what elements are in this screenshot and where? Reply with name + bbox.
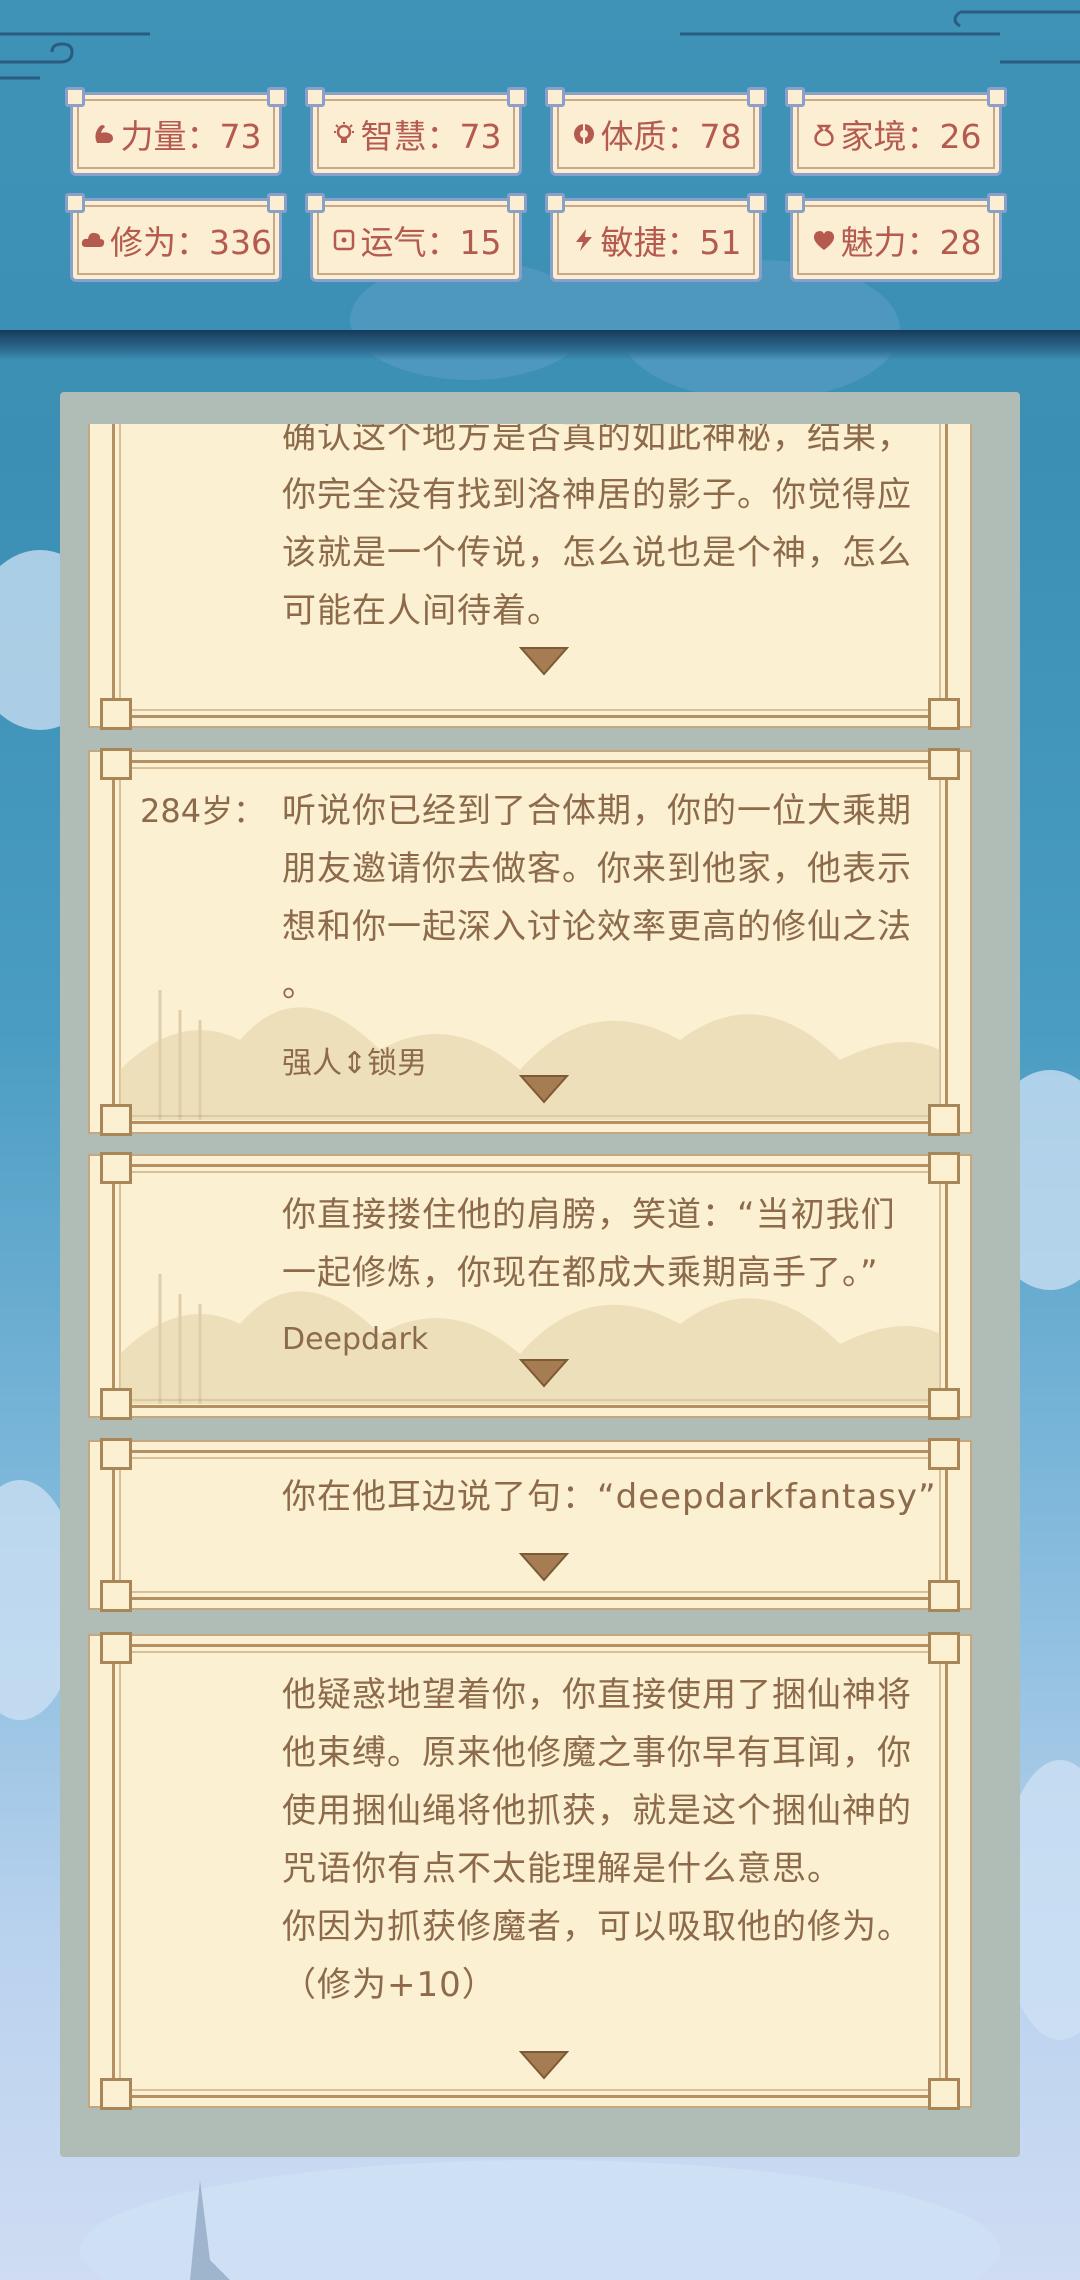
card-corner <box>928 698 960 730</box>
card-corner <box>100 1632 132 1664</box>
event-line: 该就是一个传说，怎么说也是个神，怎么 <box>282 533 912 573</box>
stat-label: 力量：73 <box>120 117 262 156</box>
stat-charm: 魅力：28 <box>785 193 1007 282</box>
stat-agility: 敏捷：51 <box>545 193 767 282</box>
card-corner <box>100 1388 132 1420</box>
event-line: 确认这个地方是否真的如此神秘，结果， <box>282 424 912 457</box>
stat-label: 智慧：73 <box>360 117 502 156</box>
stat-label: 运气：15 <box>360 223 502 262</box>
event-line: 你在他耳边说了句：“deepdarkfantasy” <box>282 1477 937 1517</box>
stat-cultivation: 修为：336 <box>65 193 287 282</box>
dice-icon <box>333 229 354 251</box>
money-bag-icon <box>813 124 834 147</box>
card-corner <box>100 1104 132 1136</box>
event-text: 他疑惑地望着你，你直接使用了捆仙神将 他束缚。原来他修魔之事你早有耳闻，你 使用… <box>282 1666 942 2014</box>
event-card[interactable]: 他疑惑地望着你，你直接使用了捆仙神将 他束缚。原来他修魔之事你早有耳闻，你 使用… <box>88 1632 972 2110</box>
card-corner <box>100 1438 132 1470</box>
event-line: 听说你已经到了合体期，你的一位大乘期 <box>282 791 912 831</box>
event-card[interactable]: 284岁： 听说你已经到了合体期，你的一位大乘期 朋友邀请你去做客。你来到他家，… <box>88 748 972 1136</box>
event-list[interactable]: 确认这个地方是否真的如此神秘，结果， 你完全没有找到洛神居的影子。你觉得应 该就… <box>88 424 972 2122</box>
event-text: 确认这个地方是否真的如此神秘，结果， 你完全没有找到洛神居的影子。你觉得应 该就… <box>282 424 942 640</box>
event-line: 使用捆仙绳将他抓获，就是这个捆仙神的 <box>282 1791 912 1831</box>
event-line: 你因为抓获修魔者，可以吸取他的修为。 <box>282 1907 912 1947</box>
stat-wisdom: 智慧：73 <box>305 87 527 176</box>
stat-label: 敏捷：51 <box>600 223 742 262</box>
event-card[interactable]: 确认这个地方是否真的如此神秘，结果， 你完全没有找到洛神居的影子。你觉得应 该就… <box>88 424 972 730</box>
stat-label: 魅力：28 <box>840 223 982 262</box>
event-line: 。 <box>282 965 317 1005</box>
card-corner <box>100 748 132 780</box>
event-line: 一起修炼，你现在都成大乘期高手了。” <box>282 1253 879 1293</box>
event-card[interactable]: 你在他耳边说了句：“deepdarkfantasy” <box>88 1438 972 1612</box>
stat-family: 家境：26 <box>785 87 1007 176</box>
event-line: 你直接搂住他的肩膀，笑道：“当初我们 <box>282 1195 896 1235</box>
event-card[interactable]: 你直接搂住他的肩膀，笑道：“当初我们 一起修炼，你现在都成大乘期高手了。” De… <box>88 1152 972 1420</box>
event-text: 你在他耳边说了句：“deepdarkfantasy” <box>282 1468 962 1526</box>
card-corner <box>100 2078 132 2110</box>
divider-band <box>0 330 1080 360</box>
expand-arrow-icon[interactable] <box>519 2050 569 2080</box>
card-corner <box>928 1104 960 1136</box>
event-text: 听说你已经到了合体期，你的一位大乘期 朋友邀请你去做客。你来到他家，他表示 想和… <box>282 782 942 1014</box>
event-line: 你完全没有找到洛神居的影子。你觉得应 <box>282 475 912 515</box>
stat-strength: 力量：73 <box>65 87 287 176</box>
card-corner <box>100 698 132 730</box>
lightbulb-icon <box>333 122 354 143</box>
heart-icon <box>813 231 834 250</box>
card-corner <box>100 1152 132 1184</box>
event-line: 可能在人间待着。 <box>282 591 562 631</box>
card-corner <box>928 1388 960 1420</box>
expand-arrow-icon[interactable] <box>519 1074 569 1104</box>
event-age: 284岁： <box>140 792 266 830</box>
card-corner <box>100 1580 132 1612</box>
event-tag: 强人⇕锁男 <box>282 1046 428 1081</box>
event-line: 咒语你有点不太能理解是什么意思。 <box>282 1849 842 1889</box>
event-line: 想和你一起深入讨论效率更高的修仙之法 <box>282 907 912 947</box>
shield-circle-icon <box>573 124 594 144</box>
card-corner <box>928 1438 960 1470</box>
event-text: 你直接搂住他的肩膀，笑道：“当初我们 一起修炼，你现在都成大乘期高手了。” <box>282 1186 942 1302</box>
expand-arrow-icon[interactable] <box>519 1358 569 1388</box>
event-line: 他疑惑地望着你，你直接使用了捆仙神将 <box>282 1675 912 1715</box>
stat-constitution: 体质：78 <box>545 87 767 176</box>
card-corner <box>928 1580 960 1612</box>
stat-label: 家境：26 <box>840 117 982 156</box>
stat-luck: 运气：15 <box>305 193 527 282</box>
card-corner <box>928 1632 960 1664</box>
event-line: 他束缚。原来他修魔之事你早有耳闻，你 <box>282 1733 912 1773</box>
stat-label: 体质：78 <box>600 117 742 156</box>
card-corner <box>928 2078 960 2110</box>
attribute-panel: 力量：73 智慧：73 体质：78 家境：26 修为：336 运气：15 敏捷：… <box>65 87 1010 288</box>
lightning-icon <box>575 229 592 251</box>
card-corner <box>928 748 960 780</box>
stat-label: 修为：336 <box>110 223 272 262</box>
expand-arrow-icon[interactable] <box>519 646 569 676</box>
expand-arrow-icon[interactable] <box>519 1552 569 1582</box>
event-line: （修为+10） <box>282 1965 497 2005</box>
event-tag: Deepdark <box>282 1322 429 1357</box>
cloud-icon <box>81 232 105 247</box>
muscle-icon <box>94 125 113 143</box>
event-line: 朋友邀请你去做客。你来到他家，他表示 <box>282 849 912 889</box>
card-corner <box>928 1152 960 1184</box>
